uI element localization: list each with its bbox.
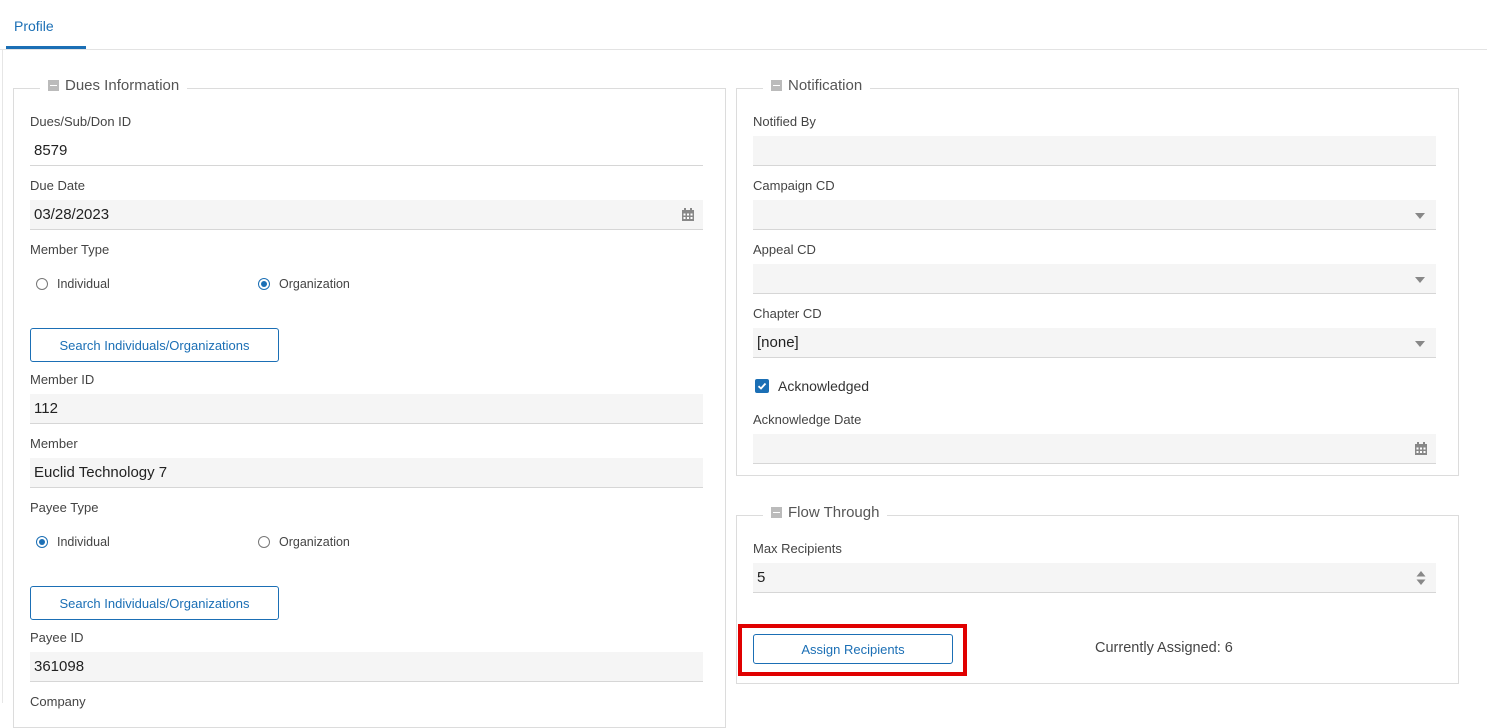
search-individuals-organizations-button-2[interactable]: Search Individuals/Organizations	[30, 586, 279, 620]
radio-label: Individual	[57, 277, 110, 291]
appeal-cd-select[interactable]	[753, 264, 1436, 294]
acknowledge-date-label: Acknowledge Date	[753, 412, 862, 427]
checkmark-icon	[755, 379, 769, 393]
tab-bar: Profile	[0, 0, 1487, 50]
acknowledged-checkbox[interactable]: Acknowledged	[755, 378, 869, 394]
member-value: Euclid Technology 7	[34, 464, 168, 481]
radio-selected-icon	[36, 536, 48, 548]
payee-id-field: 361098	[30, 652, 703, 682]
payee-id-label: Payee ID	[30, 630, 84, 645]
legend-label: Flow Through	[788, 504, 880, 521]
radio-label: Organization	[279, 535, 350, 549]
collapse-icon[interactable]	[48, 80, 59, 91]
dues-id-value: 8579	[34, 142, 68, 159]
chevron-down-icon[interactable]	[1415, 277, 1425, 283]
dues-information-legend[interactable]: Dues Information	[40, 77, 188, 94]
notified-by-label: Notified By	[753, 114, 816, 129]
collapse-icon[interactable]	[771, 80, 782, 91]
legend-label: Notification	[788, 77, 863, 94]
campaign-cd-label: Campaign CD	[753, 178, 835, 193]
calendar-icon[interactable]	[1414, 442, 1428, 456]
calendar-icon[interactable]	[681, 208, 695, 222]
search-individuals-organizations-button[interactable]: Search Individuals/Organizations	[30, 328, 279, 362]
currently-assigned-text: Currently Assigned: 6	[1095, 640, 1233, 656]
chapter-cd-select[interactable]: [none]	[753, 328, 1436, 358]
member-id-field: 112	[30, 394, 703, 424]
radio-unselected-icon	[36, 278, 48, 290]
chevron-down-icon[interactable]	[1415, 213, 1425, 219]
chevron-down-icon[interactable]	[1415, 341, 1425, 347]
member-field: Euclid Technology 7	[30, 458, 703, 488]
payee-id-value: 361098	[34, 658, 85, 675]
due-date-value: 03/28/2023	[34, 206, 110, 223]
dues-id-field: 8579	[30, 136, 703, 166]
member-id-label: Member ID	[30, 372, 95, 387]
appeal-cd-label: Appeal CD	[753, 242, 816, 257]
max-recipients-input[interactable]: 5	[753, 563, 1436, 593]
tab-profile[interactable]: Profile	[6, 0, 86, 49]
member-type-organization-radio[interactable]: Organization	[258, 277, 350, 291]
collapse-icon[interactable]	[771, 507, 782, 518]
due-date-label: Due Date	[30, 178, 85, 193]
chapter-cd-value: [none]	[757, 334, 799, 351]
radio-label: Organization	[279, 277, 350, 291]
dues-id-label: Dues/Sub/Don ID	[30, 114, 132, 129]
max-recipients-label: Max Recipients	[753, 541, 842, 556]
assign-recipients-button[interactable]: Assign Recipients	[753, 634, 953, 664]
company-label: Company	[30, 694, 86, 709]
notification-legend[interactable]: Notification	[763, 77, 871, 94]
payee-type-individual-radio[interactable]: Individual	[36, 535, 110, 549]
flow-through-legend[interactable]: Flow Through	[763, 504, 888, 521]
radio-unselected-icon	[258, 536, 270, 548]
radio-selected-icon	[258, 278, 270, 290]
campaign-cd-select[interactable]	[753, 200, 1436, 230]
max-recipients-value: 5	[757, 569, 766, 586]
member-type-individual-radio[interactable]: Individual	[36, 277, 110, 291]
due-date-field[interactable]: 03/28/2023	[30, 200, 703, 230]
acknowledged-label: Acknowledged	[778, 378, 870, 394]
member-id-value: 112	[34, 400, 58, 417]
legend-label: Dues Information	[65, 77, 180, 94]
acknowledge-date-field[interactable]	[753, 434, 1436, 464]
payee-type-label: Payee Type	[30, 500, 99, 515]
member-label: Member	[30, 436, 78, 451]
divider	[2, 50, 3, 703]
radio-label: Individual	[57, 535, 110, 549]
chapter-cd-label: Chapter CD	[753, 306, 822, 321]
notified-by-field	[753, 136, 1436, 166]
payee-type-organization-radio[interactable]: Organization	[258, 535, 350, 549]
member-type-label: Member Type	[30, 242, 110, 257]
spinner-icon[interactable]	[1416, 570, 1426, 586]
